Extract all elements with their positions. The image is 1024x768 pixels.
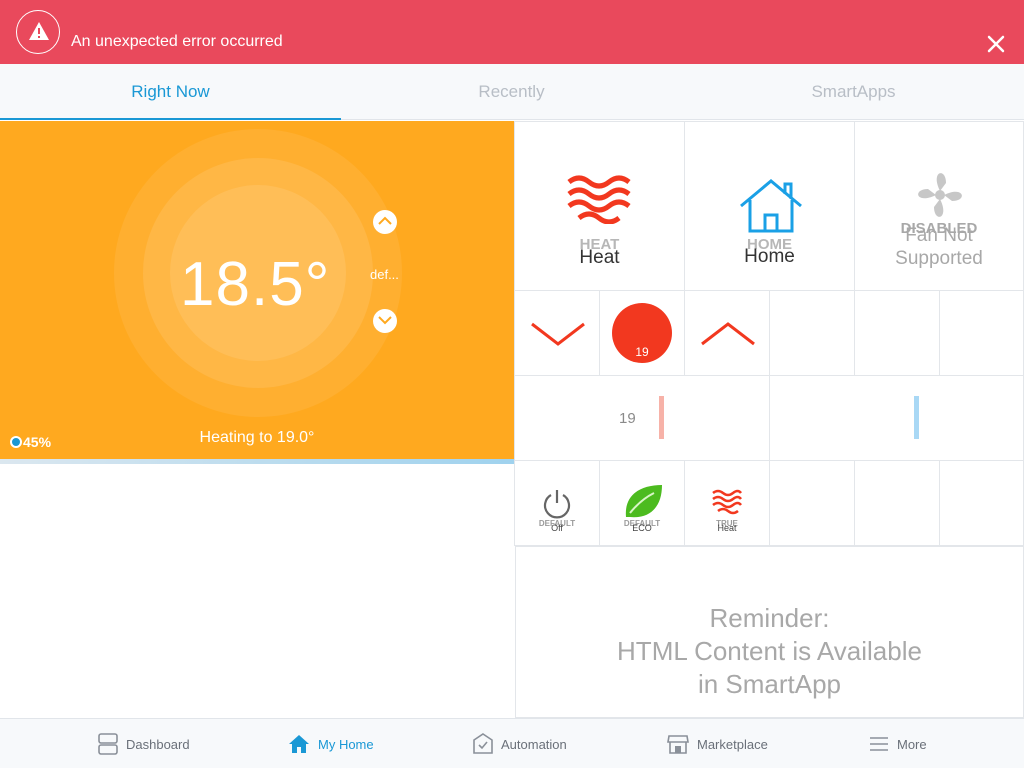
nav-more[interactable]: More — [869, 719, 927, 768]
cooling-setpoint-slider[interactable] — [914, 396, 919, 439]
html-content-reminder: Reminder: HTML Content is Available in S… — [515, 546, 1024, 718]
tile-fan-mode: DISABLED Fan Not Supported — [854, 121, 1024, 291]
heating-setpoint-value: 19 — [619, 410, 636, 427]
heat-button[interactable]: TRUE Heat — [684, 460, 770, 546]
heat-waves-icon — [567, 175, 631, 224]
nav-marketplace[interactable]: Marketplace — [667, 719, 768, 768]
nav-automation[interactable]: Automation — [473, 719, 567, 768]
tile-heat-mode[interactable]: HEAT Heat — [514, 121, 685, 291]
lower-temperature-button[interactable] — [373, 309, 397, 333]
tile-home-label: Home — [744, 246, 795, 267]
chevron-up-icon — [701, 322, 755, 346]
reminder-line-1: Reminder: — [709, 603, 830, 633]
power-icon — [543, 490, 571, 519]
tile-home-mode[interactable]: HOME Home — [684, 121, 855, 291]
nav-dashboard-label: Dashboard — [126, 736, 190, 752]
off-button[interactable]: DEFAULT Off — [514, 460, 600, 546]
thermostat-panel: 18.5° def... 45% Heating to 19.0° — [0, 121, 514, 459]
nav-dashboard[interactable]: Dashboard — [98, 719, 190, 768]
raise-temperature-button[interactable] — [373, 210, 397, 234]
reminder-line-2: HTML Content is Available — [617, 636, 922, 666]
marketplace-icon — [667, 735, 689, 754]
empty-tile — [939, 290, 1024, 376]
heating-setpoint-slider[interactable] — [659, 396, 664, 439]
automation-icon — [473, 733, 493, 754]
thermostat-progress-bar — [0, 459, 514, 464]
tile-fan-label-line1: Fan Not — [905, 225, 973, 246]
dashboard-icon — [98, 733, 118, 755]
error-message: An unexpected error occurred — [71, 33, 283, 50]
nav-marketplace-label: Marketplace — [697, 736, 768, 752]
warning-icon — [16, 10, 60, 54]
empty-tile — [854, 290, 940, 376]
nav-automation-label: Automation — [501, 736, 567, 752]
tab-smartapps[interactable]: SmartApps — [683, 64, 1024, 120]
empty-tile — [769, 290, 855, 376]
close-icon[interactable] — [984, 32, 1008, 56]
tile-heat-label: Heat — [579, 247, 620, 268]
menu-icon — [870, 737, 888, 751]
leaf-icon — [625, 485, 662, 518]
setpoint-tile: 19 — [599, 290, 685, 376]
heating-status: Heating to 19.0° — [199, 429, 315, 446]
bottom-nav: Dashboard My Home Automation Marketplace… — [0, 718, 1024, 768]
current-temperature: 18.5° — [180, 250, 331, 319]
mode-label: def... — [370, 267, 399, 282]
nav-more-label: More — [897, 736, 927, 752]
reminder-line-3: in SmartApp — [697, 669, 842, 699]
tab-bar: Right Now Recently SmartApps — [0, 64, 1024, 120]
eco-label: ECO — [632, 523, 652, 533]
cooling-setpoint-slider-tile[interactable] — [769, 375, 1024, 461]
increase-setpoint-button[interactable] — [684, 290, 770, 376]
tile-fan-label-line2: Supported — [895, 248, 983, 269]
nav-my-home[interactable]: My Home — [288, 719, 374, 768]
tab-right-now[interactable]: Right Now — [0, 64, 341, 120]
off-label: Off — [551, 523, 563, 533]
heating-setpoint-slider-tile[interactable]: 19 — [514, 375, 770, 461]
empty-tile — [769, 460, 855, 546]
heat-small-label: Heat — [717, 523, 737, 533]
tab-recently[interactable]: Recently — [341, 64, 682, 120]
house-icon — [740, 179, 802, 233]
empty-tile — [854, 460, 940, 546]
chevron-down-icon — [531, 322, 585, 346]
nav-my-home-label: My Home — [318, 736, 374, 752]
heat-waves-icon — [712, 489, 742, 515]
setpoint-value: 19 — [635, 345, 649, 359]
eco-button[interactable]: DEFAULT ECO — [599, 460, 685, 546]
empty-tile — [939, 460, 1024, 546]
error-banner: An unexpected error occurred — [0, 0, 1024, 64]
home-icon — [289, 735, 309, 753]
fan-icon — [918, 173, 962, 217]
decrease-setpoint-button[interactable] — [514, 290, 600, 376]
